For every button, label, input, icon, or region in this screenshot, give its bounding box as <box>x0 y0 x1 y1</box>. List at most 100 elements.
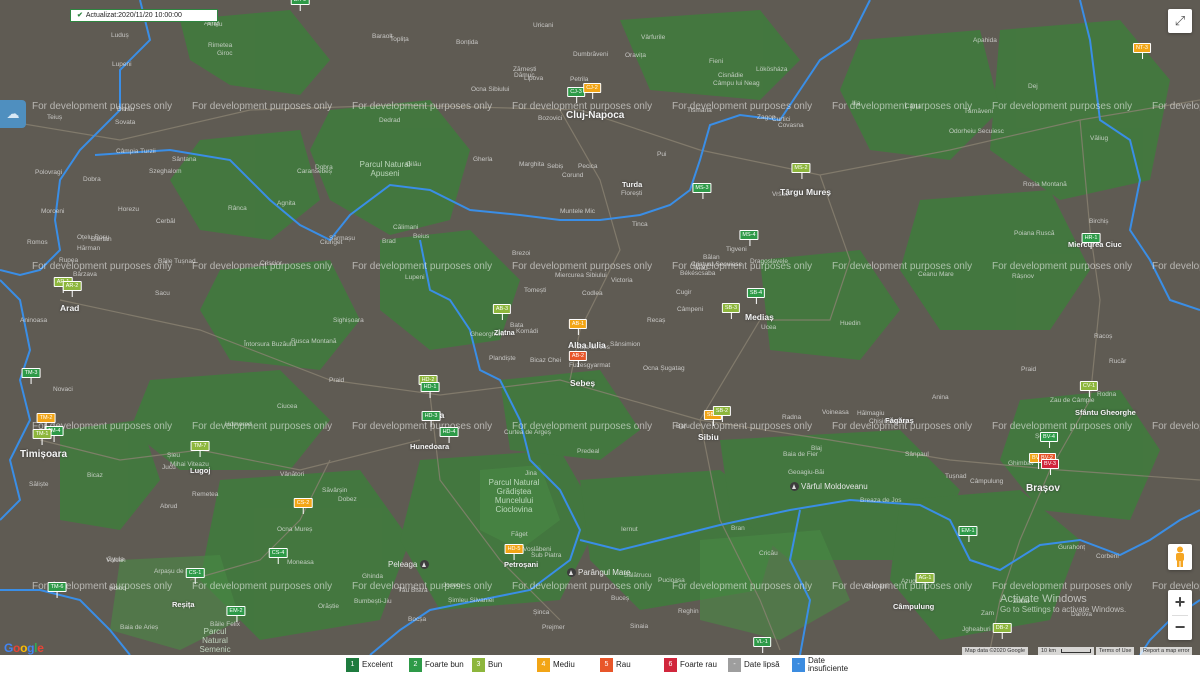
place-label: Florești <box>621 190 643 197</box>
station-marker[interactable]: MS-4 <box>739 230 759 246</box>
station-marker[interactable]: AB-1 <box>568 319 588 335</box>
place-label: Jgheaburi <box>962 626 991 633</box>
station-marker[interactable]: CS-4 <box>268 548 288 564</box>
place-label: Cricău <box>759 550 778 557</box>
scale-bar[interactable]: 10 km <box>1038 647 1094 655</box>
city-label: Sebeș <box>570 378 596 388</box>
place-label: Baia de Fier <box>783 451 819 458</box>
street-view-pegman-button[interactable] <box>1168 544 1192 570</box>
city-label: Târgu Mureș <box>780 187 832 197</box>
place-label: Bicaz <box>87 472 103 479</box>
place-label: Sacu <box>155 290 170 297</box>
station-marker[interactable]: TM-2 <box>36 413 56 429</box>
place-label: Dumbrăveni <box>573 51 609 58</box>
place-label: Cerbăl <box>156 218 176 225</box>
map[interactable]: Fuzesgyarmat Szeghalom Komádi Gyula Békéscsa… <box>0 0 1200 655</box>
station-marker[interactable]: HD-4 <box>439 427 459 443</box>
station-marker[interactable]: CS-2 <box>293 498 313 514</box>
place-label: Breaza de Jos <box>860 497 902 504</box>
station-marker[interactable]: TM-3 <box>21 368 41 384</box>
place-label: Bata <box>510 322 524 329</box>
peak-label: Parângul Mare <box>567 568 630 578</box>
terms-of-use-link[interactable]: Terms of Use <box>1096 647 1135 655</box>
activate-subtitle: Go to Settings to activate Windows. <box>1000 605 1127 614</box>
station-marker[interactable]: TM-6 <box>47 582 67 598</box>
city-label: Mediaș <box>745 312 774 322</box>
peak-name: Vârful Moldoveanu <box>801 482 868 491</box>
legend-label: Foarte bun <box>425 660 464 669</box>
station-marker[interactable]: DB-2 <box>992 623 1012 639</box>
google-logo[interactable]: Google <box>4 641 44 655</box>
place-label: Buceș <box>611 595 630 602</box>
fullscreen-button[interactable]: ⤢ <box>1168 9 1192 33</box>
station-marker[interactable]: EM-1 <box>958 526 978 542</box>
station-marker[interactable]: BV-3 <box>1041 459 1059 475</box>
place-label: Bonțida <box>456 39 479 46</box>
station-marker[interactable]: CJ-3 <box>567 87 585 103</box>
station-marker[interactable]: HD-3 <box>421 411 441 427</box>
station-marker[interactable]: SB-4 <box>746 288 766 304</box>
place-label: Hălmagiu <box>857 410 885 417</box>
place-label: Câmpu lui Neag <box>713 80 760 87</box>
station-marker[interactable]: CJ-2 <box>583 83 601 99</box>
station-marker[interactable]: EM-2 <box>226 606 246 622</box>
legend-label: Excelent <box>362 660 393 669</box>
place-label: Zam <box>981 610 994 617</box>
city-label: Făgăraș <box>885 416 914 425</box>
station-marker[interactable]: VL-1 <box>753 637 771 653</box>
place-label: Beius <box>413 233 430 240</box>
pegman-icon <box>1176 546 1184 567</box>
station-marker[interactable]: NT-3 <box>1133 43 1151 59</box>
legend-swatch: - <box>792 658 805 672</box>
place-label: Reghin <box>678 608 699 615</box>
place-label: Cristuru Secuiesc <box>691 261 742 268</box>
place-label: Birchiș <box>1089 218 1109 225</box>
place-label: Râșnov <box>1012 273 1035 280</box>
city-label: Reșița <box>172 600 195 609</box>
station-marker[interactable]: BH-2 <box>290 0 310 11</box>
place-label: Tău Bistra <box>398 587 428 594</box>
place-label: Odorheiu Secuiesc <box>949 128 1004 135</box>
station-marker[interactable]: SB-2 <box>712 406 732 422</box>
station-marker[interactable]: CS-1 <box>185 568 205 584</box>
city-label: Arad <box>60 303 80 313</box>
station-marker[interactable]: AB-3 <box>492 304 512 320</box>
place-label: Sovata <box>115 119 136 126</box>
station-marker[interactable]: CV-1 <box>1079 381 1099 397</box>
place-label: Orăștie <box>318 603 339 610</box>
place-label: Câmpulung <box>970 478 1004 485</box>
station-marker[interactable]: HD-5 <box>504 544 524 560</box>
place-label: Moneasa <box>287 559 314 566</box>
legend-item: 3 Bun <box>472 657 502 673</box>
station-marker[interactable]: AG-1 <box>915 573 935 589</box>
station-marker[interactable]: TM-1 <box>32 429 52 445</box>
layers-button[interactable]: ☁ <box>0 100 26 128</box>
station-marker[interactable]: HR-1 <box>1081 233 1101 249</box>
zoom-divider <box>1172 615 1188 616</box>
place-label: Voineasa <box>822 409 849 416</box>
legend-item: - Date insuficiente <box>792 657 848 673</box>
place-label: Miercurea Sibiului <box>555 272 607 279</box>
place-label: Băile Tușnad <box>158 258 196 265</box>
place-label: Komádi <box>516 328 539 335</box>
google-logo-letter: e <box>37 641 44 655</box>
zoom-in-button[interactable]: + <box>1168 590 1192 615</box>
place-label: Recaș <box>647 317 666 324</box>
park-label: Parcul Natural Semenic <box>199 627 231 654</box>
place-label: Vulcan <box>106 557 126 564</box>
place-label: Prejmer <box>542 624 565 631</box>
station-marker[interactable]: SB-3 <box>721 303 741 319</box>
station-marker[interactable]: BV-4 <box>1040 432 1058 448</box>
station-marker[interactable]: HD-1 <box>420 382 440 398</box>
station-marker[interactable]: MS-2 <box>791 163 811 179</box>
zoom-out-button[interactable]: − <box>1168 615 1192 640</box>
station-marker[interactable]: TM-7 <box>190 441 210 457</box>
station-marker[interactable]: AR-2 <box>62 281 82 297</box>
place-label: Ilia <box>852 100 861 107</box>
place-label: Sebiș <box>547 163 564 170</box>
station-marker[interactable]: MS-3 <box>692 183 712 199</box>
station-marker[interactable]: AB-2 <box>568 351 588 367</box>
legend-swatch: 3 <box>472 657 485 672</box>
place-label: Codlea <box>582 290 603 297</box>
report-map-error-link[interactable]: Report a map error <box>1140 647 1193 655</box>
